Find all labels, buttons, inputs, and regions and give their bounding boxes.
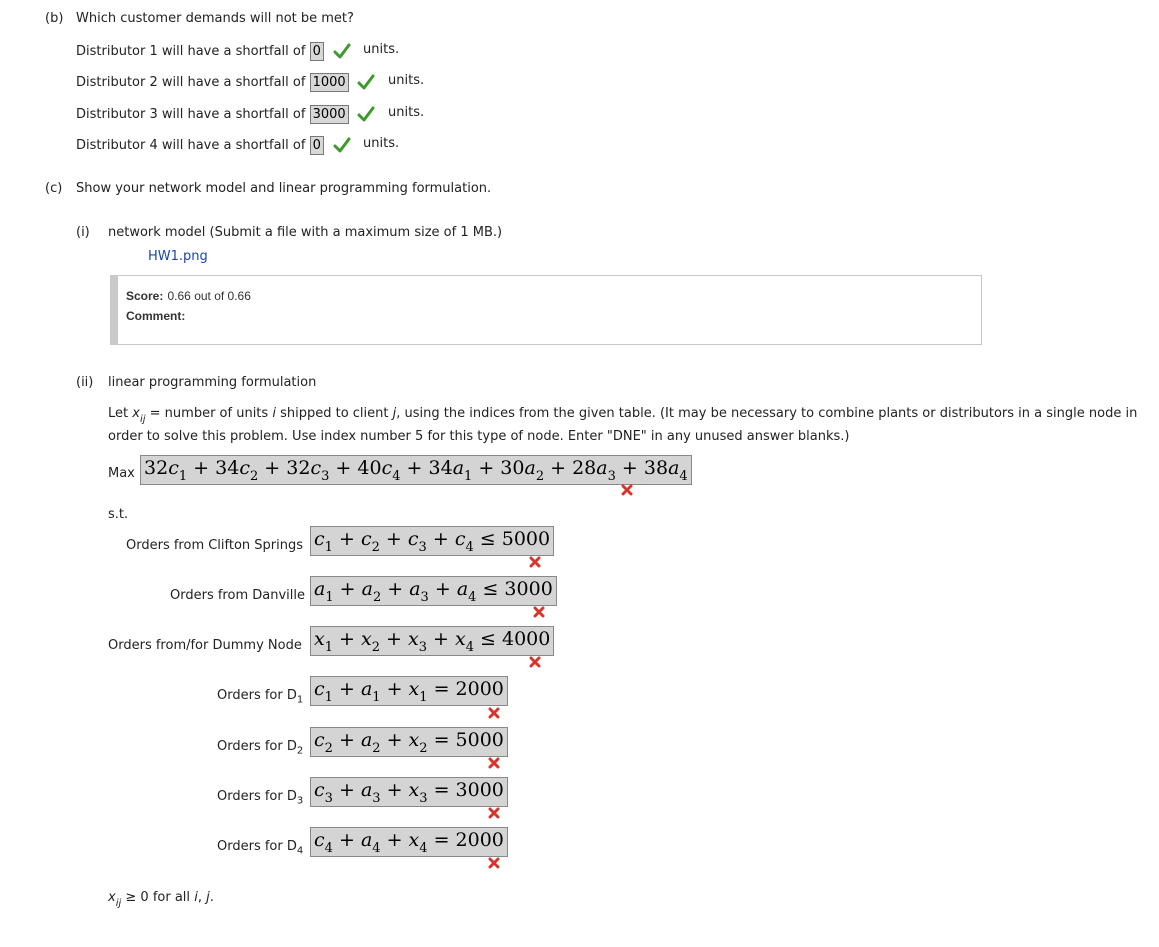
- i-j-symbols: i: [194, 890, 198, 905]
- shortfall-answer-4[interactable]: 0: [309, 136, 324, 155]
- cross-icon: [529, 556, 541, 568]
- part-b-question: Which customer demands will not be met?: [76, 11, 354, 26]
- check-icon: [357, 106, 375, 122]
- units-label-4: units.: [363, 136, 400, 151]
- max-label: Max: [108, 466, 135, 481]
- intro-rest: , using the indices from the given table…: [396, 406, 1138, 421]
- check-icon: [333, 43, 351, 59]
- x-ij-symbol: xij: [108, 890, 122, 909]
- score-panel: Score: 0.66 out of 0.66 Comment:: [110, 275, 982, 345]
- intro-def: = number of units: [149, 406, 269, 421]
- constraint-label-6-text: Orders for D: [217, 789, 297, 804]
- constraint-answer-4[interactable]: c1 + a1 + x1 = 2000: [310, 676, 508, 706]
- nonneg-text: ≥ 0 for all: [125, 890, 191, 905]
- j-symbol: j: [206, 890, 210, 905]
- part-c-question: Show your network model and linear progr…: [76, 181, 492, 196]
- comment-label: Comment:: [126, 309, 186, 323]
- score-label: Score:: [126, 289, 164, 303]
- shortfall-row-2: Distributor 2 will have a shortfall of 1…: [76, 73, 349, 92]
- x-ij-symbol: xij: [132, 406, 146, 425]
- sub-i-label: (i): [76, 225, 90, 240]
- sub-i-text: network model (Submit a file with a maxi…: [108, 225, 503, 240]
- constraint-answer-6[interactable]: c3 + a3 + x3 = 3000: [310, 777, 508, 807]
- st-label: s.t.: [108, 507, 129, 522]
- constraint-label-5-text: Orders for D: [217, 739, 297, 754]
- constraint-answer-7[interactable]: c4 + a4 + x4 = 2000: [310, 827, 508, 857]
- intro-line-2: order to solve this problem. Use index n…: [108, 429, 850, 444]
- constraint-answer-2[interactable]: a1 + a2 + a3 + a4 ≤ 3000: [310, 576, 557, 606]
- sub-ii-text: linear programming formulation: [108, 375, 317, 390]
- constraint-answer-5[interactable]: c2 + a2 + x2 = 5000: [310, 727, 508, 757]
- cross-icon: [533, 606, 545, 618]
- cross-icon: [488, 757, 500, 769]
- constraint-label-6-sub: 3: [296, 795, 304, 807]
- constraint-label-4-sub: 1: [296, 694, 304, 706]
- shortfall-row-4: Distributor 4 will have a shortfall of 0: [76, 136, 324, 155]
- shortfall-answer-2[interactable]: 1000: [309, 73, 349, 92]
- part-c-label: (c): [45, 181, 63, 196]
- units-label-3: units.: [388, 105, 425, 120]
- score-value: 0.66 out of 0.66: [167, 289, 251, 303]
- constraint-answer-1[interactable]: c1 + c2 + c3 + c4 ≤ 5000: [310, 526, 555, 556]
- shortfall-label-4: Distributor 4 will have a shortfall of: [76, 138, 306, 153]
- cross-icon: [488, 807, 500, 819]
- intro-shipped: shipped to client: [280, 406, 389, 421]
- constraint-label-7-sub: 4: [296, 845, 304, 857]
- constraint-label-5-sub: 2: [296, 745, 304, 757]
- shortfall-label-3: Distributor 3 will have a shortfall of: [76, 107, 306, 122]
- shortfall-row-1: Distributor 1 will have a shortfall of 0: [76, 42, 324, 61]
- cross-icon: [488, 707, 500, 719]
- constraint-label-7: Orders for D4: [217, 839, 303, 857]
- shortfall-answer-1[interactable]: 0: [309, 42, 324, 61]
- constraint-label-1: Orders from Clifton Springs: [126, 538, 304, 553]
- cross-icon: [621, 484, 633, 496]
- constraint-label-6: Orders for D3: [217, 789, 303, 807]
- constraint-label-4-text: Orders for D: [217, 688, 297, 703]
- shortfall-label-2: Distributor 2 will have a shortfall of: [76, 75, 306, 90]
- i-symbol: i: [272, 406, 276, 421]
- intro-let: Let: [108, 406, 129, 421]
- units-label-1: units.: [363, 42, 400, 57]
- intro-line-1: Let xij = number of units i shipped to c…: [108, 406, 1137, 425]
- shortfall-row-3: Distributor 3 will have a shortfall of 3…: [76, 105, 349, 124]
- constraint-label-5: Orders for D2: [217, 739, 303, 757]
- constraint-label-3: Orders from/for Dummy Node: [108, 638, 302, 653]
- file-link[interactable]: HW1.png: [148, 249, 208, 264]
- constraint-answer-3[interactable]: x1 + x2 + x3 + x4 ≤ 4000: [310, 626, 555, 656]
- constraint-label-2: Orders from Danville: [170, 588, 305, 603]
- part-b-label: (b): [45, 11, 64, 26]
- cross-icon: [529, 656, 541, 668]
- shortfall-label-1: Distributor 1 will have a shortfall of: [76, 44, 306, 59]
- constraint-label-7-text: Orders for D: [217, 839, 297, 854]
- cross-icon: [488, 857, 500, 869]
- check-icon: [333, 137, 351, 153]
- shortfall-answer-3[interactable]: 3000: [309, 105, 349, 124]
- check-icon: [357, 74, 375, 90]
- nonneg-constraint: xij ≥ 0 for all i, j.: [108, 890, 214, 909]
- sub-ii-label: (ii): [76, 375, 94, 390]
- units-label-2: units.: [388, 73, 425, 88]
- objective-answer[interactable]: 32c1 + 34c2 + 32c3 + 40c4 + 34a1 + 30a2 …: [140, 455, 692, 485]
- constraint-label-4: Orders for D1: [217, 688, 303, 706]
